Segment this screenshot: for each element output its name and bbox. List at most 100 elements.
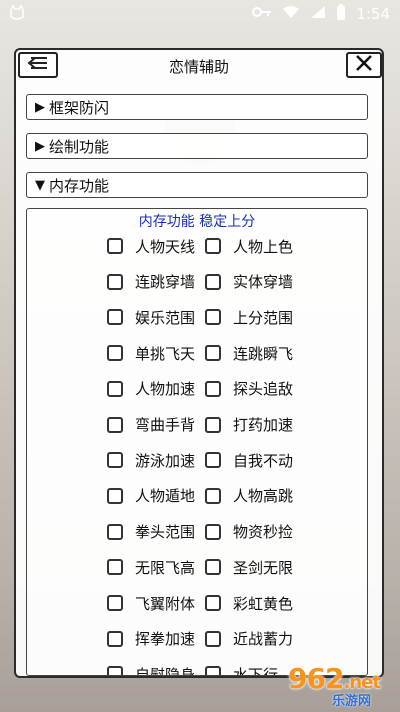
option-toggle[interactable]: 人物遁地 xyxy=(107,481,195,511)
checkbox[interactable] xyxy=(107,487,123,504)
option-label: 游泳加速 xyxy=(135,451,196,470)
option-toggle[interactable]: 飞翼附体 xyxy=(107,588,195,618)
option-toggle[interactable]: 无限飞高 xyxy=(107,552,195,582)
checkbox[interactable] xyxy=(205,630,221,647)
option-row: 连跳穿墙 实体穿墙 xyxy=(27,267,367,297)
checkbox[interactable] xyxy=(107,238,123,254)
option-toggle[interactable]: 彩虹黄色 xyxy=(205,588,293,618)
checkbox[interactable] xyxy=(107,523,123,540)
panel-title: 恋情辅助 xyxy=(168,58,229,76)
checkbox[interactable] xyxy=(205,559,221,576)
checkbox[interactable] xyxy=(205,595,221,611)
option-label: 实体穿墙 xyxy=(233,273,294,292)
option-row: 飞翼附体 彩虹黄色 xyxy=(27,588,367,618)
option-label: 探头追敌 xyxy=(233,380,294,399)
checkbox[interactable] xyxy=(205,345,221,362)
option-row: 挥拳加速 近战蓄力 xyxy=(27,624,367,654)
option-toggle[interactable]: 探头追敌 xyxy=(205,374,293,404)
section-label: 框架防闪 xyxy=(49,98,110,117)
option-label: 单挑飞天 xyxy=(135,344,196,363)
checkbox[interactable] xyxy=(205,309,221,326)
option-toggle[interactable]: 打药加速 xyxy=(205,410,293,440)
option-label: 上分范围 xyxy=(233,308,294,327)
site-watermark: 962.net 乐游网 xyxy=(268,662,394,709)
checkbox[interactable] xyxy=(205,487,221,504)
option-label: 人物高跳 xyxy=(233,487,294,506)
checkbox[interactable] xyxy=(107,559,123,576)
option-label: 打药加速 xyxy=(233,416,294,434)
battery-icon xyxy=(336,4,346,24)
option-toggle[interactable]: 娱乐范围 xyxy=(107,302,195,332)
collapse-arrow-icon: ▼ xyxy=(35,177,45,193)
option-toggle[interactable]: 人物高跳 xyxy=(205,481,293,511)
section-memory[interactable]: ▼ 内存功能 xyxy=(26,172,368,198)
checkbox[interactable] xyxy=(107,630,123,647)
option-toggle[interactable]: 实体穿墙 xyxy=(205,267,293,297)
option-toggle[interactable]: 自慰隐身 xyxy=(107,659,195,675)
checkbox[interactable] xyxy=(205,452,221,469)
option-row: 单挑飞天 连跳瞬飞 xyxy=(27,338,367,368)
option-label: 近战蓄力 xyxy=(233,630,294,649)
option-toggle[interactable]: 弯曲手背 xyxy=(107,410,195,440)
expand-arrow-icon: ▶ xyxy=(35,99,45,115)
section-frame-anticrash[interactable]: ▶ 框架防闪 xyxy=(26,94,368,120)
signal-icon xyxy=(310,5,326,23)
checkbox[interactable] xyxy=(107,345,123,362)
close-icon xyxy=(355,54,373,76)
option-toggle[interactable]: 圣剑无限 xyxy=(205,552,293,582)
checkbox[interactable] xyxy=(107,595,123,611)
option-row: 人物遁地 人物高跳 xyxy=(27,481,367,511)
checkbox[interactable] xyxy=(107,452,123,469)
option-label: 拳头范围 xyxy=(135,523,196,542)
option-label: 圣剑无限 xyxy=(233,558,294,577)
close-button[interactable] xyxy=(346,52,382,78)
option-toggle[interactable]: 人物天线 xyxy=(107,231,195,261)
option-toggle[interactable]: 物资秒捡 xyxy=(205,517,293,547)
option-toggle[interactable]: 人物加速 xyxy=(107,374,195,404)
section-drawing[interactable]: ▶ 绘制功能 xyxy=(26,133,368,159)
option-label: 挥拳加速 xyxy=(135,630,196,649)
option-row: 人物天线 人物上色 xyxy=(27,231,367,261)
status-bar: 1:54 xyxy=(0,0,400,28)
checkbox[interactable] xyxy=(205,666,221,675)
memory-options-list[interactable]: 内存功能 稳定上分 人物天线 人物上色 连跳穿墙 实体穿墙 娱乐范围 上分范围 单挑飞天 连跳… xyxy=(26,208,368,676)
option-row: 人物加速 探头追敌 xyxy=(27,374,367,404)
checkbox[interactable] xyxy=(107,666,123,675)
checkbox[interactable] xyxy=(205,380,221,397)
option-row: 娱乐范围 上分范围 xyxy=(27,302,367,332)
key-icon xyxy=(252,5,272,23)
app-cat-icon xyxy=(8,4,26,26)
option-toggle[interactable]: 近战蓄力 xyxy=(205,624,293,654)
wifi-icon xyxy=(282,5,300,23)
option-toggle[interactable]: 单挑飞天 xyxy=(107,338,195,368)
option-row: 无限飞高 圣剑无限 xyxy=(27,552,367,582)
option-label: 物资秒捡 xyxy=(233,523,294,542)
checkbox[interactable] xyxy=(205,273,221,290)
watermark-site-name: 乐游网 xyxy=(332,694,372,709)
option-toggle[interactable]: 连跳穿墙 xyxy=(107,267,195,297)
checkbox[interactable] xyxy=(205,416,221,433)
option-label: 彩虹黄色 xyxy=(233,594,294,613)
section-label: 内存功能 xyxy=(49,176,110,195)
option-toggle[interactable]: 游泳加速 xyxy=(107,445,195,475)
option-toggle[interactable]: 上分范围 xyxy=(205,302,293,332)
checkbox[interactable] xyxy=(205,238,221,254)
option-label: 连跳穿墙 xyxy=(135,273,196,292)
option-toggle[interactable]: 自我不动 xyxy=(205,445,293,475)
checkbox[interactable] xyxy=(107,273,123,290)
option-toggle[interactable]: 人物上色 xyxy=(205,231,293,261)
checkbox[interactable] xyxy=(107,309,123,326)
expand-arrow-icon: ▶ xyxy=(35,138,45,154)
option-label: 人物上色 xyxy=(233,237,294,256)
option-row: 拳头范围 物资秒捡 xyxy=(27,517,367,547)
checkbox[interactable] xyxy=(107,416,123,433)
option-toggle[interactable]: 挥拳加速 xyxy=(107,624,195,654)
clock: 1:54 xyxy=(356,5,390,23)
checkbox[interactable] xyxy=(205,523,221,540)
option-toggle[interactable]: 连跳瞬飞 xyxy=(205,338,293,368)
checkbox[interactable] xyxy=(107,380,123,397)
option-row: 弯曲手背 打药加速 xyxy=(27,410,367,440)
option-label: 人物加速 xyxy=(135,380,196,399)
option-label: 人物天线 xyxy=(135,237,196,256)
option-toggle[interactable]: 拳头范围 xyxy=(107,517,195,547)
